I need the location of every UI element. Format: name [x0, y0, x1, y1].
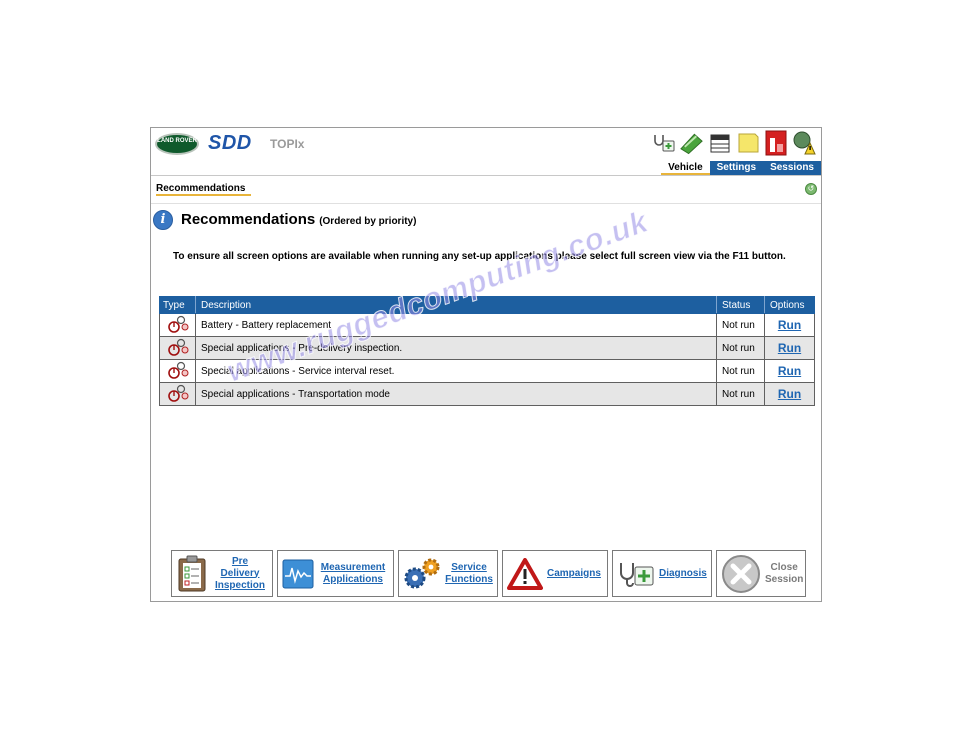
breadcrumb-bar: Recommendations ↺	[151, 180, 821, 204]
description-cell: Special applications - Service interval …	[195, 359, 717, 383]
calendar-icon[interactable]	[707, 131, 732, 156]
pre-delivery-inspection-label: Pre Delivery Inspection	[214, 555, 265, 591]
page-title-text: Recommendations	[181, 211, 316, 228]
type-cell	[159, 313, 196, 337]
run-link[interactable]: Run	[778, 341, 801, 355]
campaigns-label: Campaigns	[547, 567, 601, 579]
description-cell: Special applications - Transportation mo…	[195, 382, 717, 406]
page-title: Recommendations (Ordered by priority)	[181, 211, 416, 228]
column-header-description: Description	[195, 296, 717, 314]
clipboard-icon	[176, 555, 208, 593]
close-session-button[interactable]: Close Session	[716, 550, 806, 597]
app-header: LAND ROVER SDD TOPIx Vehicle Settings Se…	[151, 128, 821, 176]
sdd-logo: SDD	[208, 132, 252, 154]
diagnosis-label: Diagnosis	[659, 567, 707, 579]
type-cell	[159, 336, 196, 360]
info-icon: i	[153, 210, 173, 230]
network-warning-icon[interactable]	[791, 131, 816, 156]
service-functions-label: Service Functions	[445, 561, 493, 585]
help-icon[interactable]: ↺	[805, 183, 817, 195]
status-cell: Not run	[716, 382, 765, 406]
application-type-icon	[167, 338, 188, 356]
close-icon	[721, 554, 761, 594]
pre-delivery-inspection-button[interactable]: Pre Delivery Inspection	[171, 550, 273, 597]
application-type-icon	[167, 384, 188, 402]
tab-sessions[interactable]: Sessions	[763, 161, 821, 175]
warning-triangle-icon	[507, 557, 543, 590]
table-row: Special applications - Service interval …	[159, 359, 815, 383]
service-functions-button[interactable]: Service Functions	[398, 550, 498, 597]
status-cell: Not run	[716, 336, 765, 360]
topix-label: TOPIx	[270, 137, 305, 151]
land-rover-logo: LAND ROVER	[155, 133, 199, 155]
type-cell	[159, 382, 196, 406]
type-cell	[159, 359, 196, 383]
run-link[interactable]: Run	[778, 364, 801, 378]
stethoscope-icon[interactable]	[651, 131, 676, 156]
waveform-icon	[282, 559, 314, 589]
measurement-applications-button[interactable]: Measurement Applications	[277, 550, 394, 597]
full-screen-notice: To ensure all screen options are availab…	[173, 251, 786, 262]
run-link[interactable]: Run	[778, 387, 801, 401]
close-session-label: Close Session	[765, 561, 804, 585]
options-cell: Run	[764, 336, 815, 360]
sdd-window: LAND ROVER SDD TOPIx Vehicle Settings Se…	[150, 127, 822, 602]
status-cell: Not run	[716, 359, 765, 383]
gears-icon	[403, 556, 441, 592]
tape-icon[interactable]	[679, 131, 704, 156]
breadcrumb[interactable]: Recommendations	[156, 183, 252, 196]
red-alert-icon[interactable]	[763, 130, 788, 156]
table-header-row: Type Description Status Options	[159, 296, 815, 314]
main-tabs: Vehicle Settings Sessions	[661, 161, 821, 175]
description-cell: Special applications - Pre-delivery insp…	[195, 336, 717, 360]
column-header-type: Type	[159, 296, 196, 314]
table-row: Special applications - Transportation mo…	[159, 382, 815, 406]
content-divider	[151, 203, 821, 204]
options-cell: Run	[764, 382, 815, 406]
options-cell: Run	[764, 313, 815, 337]
diagnosis-button[interactable]: Diagnosis	[612, 550, 712, 597]
column-header-options: Options	[764, 296, 815, 314]
page-subtitle: (Ordered by priority)	[319, 216, 417, 227]
application-type-icon	[167, 315, 188, 333]
run-link[interactable]: Run	[778, 318, 801, 332]
notes-icon[interactable]	[735, 131, 760, 156]
toolbar-icons	[651, 129, 816, 157]
column-header-status: Status	[716, 296, 765, 314]
footer-buttons: Pre Delivery Inspection Measurement Appl…	[171, 550, 806, 599]
table-row: Special applications - Pre-delivery insp…	[159, 336, 815, 360]
options-cell: Run	[764, 359, 815, 383]
table-row: Battery - Battery replacement Not run Ru…	[159, 313, 815, 337]
stethoscope-icon	[617, 559, 655, 589]
recommendations-table: Type Description Status Options Battery …	[159, 296, 815, 406]
application-type-icon	[167, 361, 188, 379]
description-cell: Battery - Battery replacement	[195, 313, 717, 337]
status-cell: Not run	[716, 313, 765, 337]
tab-settings[interactable]: Settings	[709, 161, 764, 175]
campaigns-button[interactable]: Campaigns	[502, 550, 608, 597]
measurement-applications-label: Measurement Applications	[320, 561, 386, 585]
tab-vehicle[interactable]: Vehicle	[661, 161, 710, 175]
header-divider	[151, 175, 821, 176]
